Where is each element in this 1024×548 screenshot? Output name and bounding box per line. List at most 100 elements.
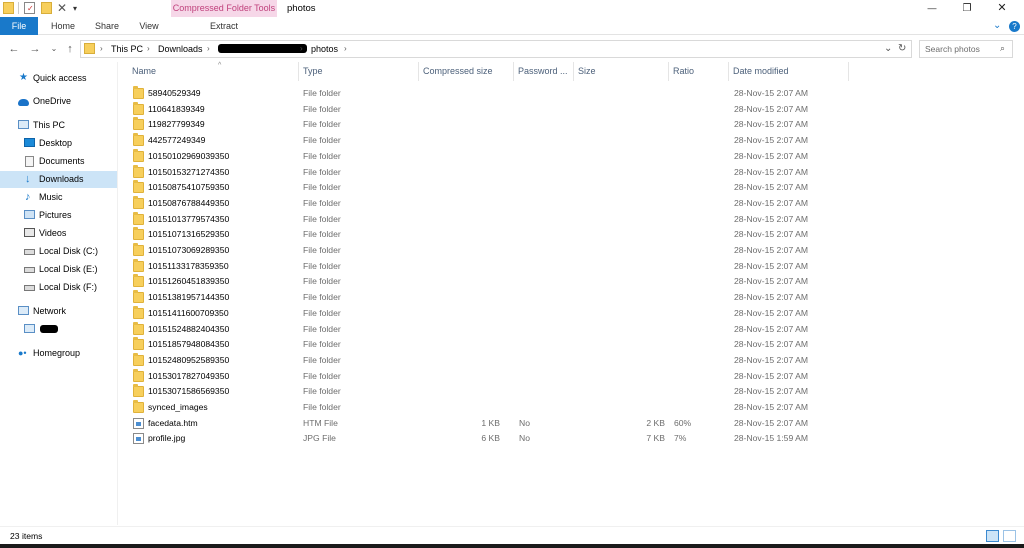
back-button[interactable]: ← bbox=[7, 42, 21, 56]
item-name[interactable]: 10150875410759350 bbox=[148, 180, 229, 196]
item-name[interactable]: 10153071586569350 bbox=[148, 384, 229, 400]
nav-item-local-disk-e[interactable]: Local Disk (E:) bbox=[0, 261, 117, 278]
folder-row[interactable]: 442577249349 File folder 28-Nov-15 2:07 AM bbox=[130, 133, 850, 149]
nav-item-this-pc[interactable]: This PC bbox=[0, 117, 117, 134]
nav-item-pictures[interactable]: Pictures bbox=[0, 207, 117, 224]
folder-row[interactable]: 10150876788449350 File folder 28-Nov-15 2:… bbox=[130, 195, 850, 212]
folder-row[interactable]: 10150102969039350 File folder 28-Nov-15 2:… bbox=[130, 148, 850, 165]
folder-row[interactable]: 10151260451839350 File folder 28-Nov-15 2:… bbox=[130, 274, 850, 290]
item-name[interactable]: 10150153271274350 bbox=[148, 165, 229, 181]
item-name[interactable]: 119827799349 bbox=[148, 117, 205, 133]
delete-icon[interactable]: ✕ bbox=[57, 0, 67, 17]
nav-item-local-disk-f[interactable]: Local Disk (F:) bbox=[0, 279, 117, 296]
nav-item-onedrive[interactable]: OneDrive bbox=[0, 93, 117, 110]
forward-button[interactable]: → bbox=[28, 42, 42, 56]
column-header-ratio[interactable]: Ratio bbox=[669, 62, 729, 81]
folder-row[interactable]: 110641839349 File folder 28-Nov-15 2:07 AM bbox=[130, 101, 850, 118]
address-dropdown-icon[interactable]: ⌄ bbox=[884, 41, 892, 57]
file-row[interactable]: facedata.htm HTM File 1 KB No 2 KB 60% 28-Nov-… bbox=[130, 416, 850, 432]
nav-item-documents[interactable]: Documents bbox=[0, 153, 117, 170]
item-name[interactable]: 10151013779574350 bbox=[148, 212, 229, 228]
ribbon-collapse-icon[interactable]: ⌄ bbox=[993, 17, 1001, 35]
refresh-icon[interactable]: ↻ bbox=[898, 41, 906, 57]
folder-row[interactable]: 119827799349 File folder 28-Nov-15 2:07 AM bbox=[130, 117, 850, 133]
nav-item-desktop[interactable]: Desktop bbox=[0, 135, 117, 152]
item-type: HTM File bbox=[303, 417, 338, 428]
item-name[interactable]: synced_images bbox=[148, 400, 208, 416]
item-name[interactable]: profile.jpg bbox=[148, 431, 185, 447]
item-name[interactable]: 442577249349 bbox=[148, 133, 205, 149]
item-name[interactable]: 10151381957144350 bbox=[148, 290, 229, 306]
details-view-icon[interactable] bbox=[986, 530, 999, 542]
folder-row[interactable]: 10151013779574350 File folder 28-Nov-15 2:… bbox=[130, 211, 850, 228]
column-header-size[interactable]: Size bbox=[574, 62, 669, 81]
nav-item-downloads[interactable]: ↓ Downloads bbox=[0, 171, 117, 188]
tab-extract[interactable]: Extract bbox=[171, 17, 277, 35]
address-bar[interactable]: › This PC › Downloads › › photos › ⌄ ↻ bbox=[80, 40, 912, 58]
properties-icon[interactable]: ✓ bbox=[24, 2, 35, 14]
item-name[interactable]: 10151071316529350 bbox=[148, 227, 229, 243]
tab-file[interactable]: File bbox=[0, 17, 38, 35]
nav-item-videos[interactable]: Videos bbox=[0, 225, 117, 242]
tab-share[interactable]: Share bbox=[88, 17, 126, 35]
nav-item-network[interactable]: Network bbox=[0, 303, 117, 320]
item-name[interactable]: 10151857948084350 bbox=[148, 337, 229, 353]
nav-item-local-disk-c[interactable]: Local Disk (C:) bbox=[0, 243, 117, 260]
folder-row[interactable]: 10151524882404350 File folder 28-Nov-15 2:… bbox=[130, 321, 850, 338]
item-name[interactable]: 10151133178359350 bbox=[148, 259, 229, 275]
folder-row[interactable]: 10151381957144350 File folder 28-Nov-15 2:… bbox=[130, 290, 850, 306]
item-name[interactable]: 10150102969039350 bbox=[148, 149, 229, 165]
column-header-password[interactable]: Password ... bbox=[514, 62, 574, 81]
item-name[interactable]: 110641839349 bbox=[148, 102, 205, 118]
folder-row[interactable]: 10153071586569350 File folder 28-Nov-15 2:… bbox=[130, 384, 850, 400]
folder-row[interactable]: 58940529349 File folder 28-Nov-15 2:07 AM bbox=[130, 86, 850, 102]
folder-row[interactable]: synced_images File folder 28-Nov-15 2:07 A… bbox=[130, 400, 850, 416]
folder-row[interactable]: 10151073069289350 File folder 28-Nov-15 2:… bbox=[130, 243, 850, 259]
minimize-button[interactable]: — bbox=[915, 0, 949, 17]
nav-item-music[interactable]: ♪ Music bbox=[0, 189, 117, 206]
large-icons-view-icon[interactable] bbox=[1003, 530, 1016, 542]
breadcrumb-downloads[interactable]: Downloads bbox=[158, 41, 203, 57]
qat-customize-button[interactable]: ▾ bbox=[73, 0, 77, 17]
tab-home[interactable]: Home bbox=[44, 17, 82, 35]
breadcrumb-photos[interactable]: photos bbox=[311, 41, 338, 57]
tab-view[interactable]: View bbox=[130, 17, 168, 35]
folder-row[interactable]: 10151411600709350 File folder 28-Nov-15 2:… bbox=[130, 305, 850, 322]
item-name[interactable]: 10153017827049350 bbox=[148, 369, 229, 385]
folder-row[interactable]: 10151071316529350 File folder 28-Nov-15 2:… bbox=[130, 227, 850, 243]
nav-item-quick-access[interactable]: ★ Quick access bbox=[0, 70, 117, 87]
item-name[interactable]: 10150876788449350 bbox=[148, 196, 229, 212]
item-name[interactable]: 58940529349 bbox=[148, 86, 201, 102]
column-header-type[interactable]: Type bbox=[299, 62, 419, 81]
search-icon[interactable]: ⌕ bbox=[1000, 43, 1005, 54]
search-box[interactable]: ⌕ bbox=[919, 40, 1013, 58]
folder-row[interactable]: 10151133178359350 File folder 28-Nov-15 2:… bbox=[130, 258, 850, 275]
breadcrumb-this-pc[interactable]: This PC bbox=[111, 41, 143, 57]
help-icon[interactable]: ? bbox=[1009, 21, 1020, 32]
item-name[interactable]: 10152480952589350 bbox=[148, 353, 229, 369]
new-folder-icon[interactable] bbox=[41, 2, 52, 14]
nav-item-homegroup[interactable]: ●• Homegroup bbox=[0, 345, 117, 362]
item-name[interactable]: facedata.htm bbox=[148, 416, 198, 432]
folder-row[interactable]: 10153017827049350 File folder 28-Nov-15 2:… bbox=[130, 368, 850, 385]
item-name[interactable]: 10151524882404350 bbox=[148, 322, 229, 338]
folder-row[interactable]: 10151857948084350 File folder 28-Nov-15 2:… bbox=[130, 337, 850, 353]
folder-row[interactable]: 10150153271274350 File folder 28-Nov-15 2:… bbox=[130, 164, 850, 181]
nav-item-network-computer[interactable] bbox=[0, 321, 117, 338]
close-button[interactable]: ✕ bbox=[985, 0, 1019, 17]
folder-row[interactable]: 10150875410759350 File folder 28-Nov-15 2:… bbox=[130, 180, 850, 196]
item-name[interactable]: 10151260451839350 bbox=[148, 274, 229, 290]
item-name[interactable]: 10151411600709350 bbox=[148, 306, 229, 322]
file-row[interactable]: profile.jpg JPG File 6 KB No 7 KB 7% 28-Nov-15… bbox=[130, 431, 850, 447]
column-header-date-modified[interactable]: Date modified bbox=[729, 62, 849, 81]
up-button[interactable]: ↑ bbox=[63, 42, 77, 56]
folder-icon bbox=[133, 305, 144, 319]
column-header-name[interactable]: ^ Name bbox=[128, 62, 299, 81]
item-name[interactable]: 10151073069289350 bbox=[148, 243, 229, 259]
recent-locations-button[interactable]: ⌄ bbox=[47, 42, 61, 56]
search-input[interactable] bbox=[920, 41, 996, 57]
folder-row[interactable]: 10152480952589350 File folder 28-Nov-15 2:… bbox=[130, 352, 850, 369]
maximize-button[interactable]: ❐ bbox=[950, 0, 984, 17]
column-header-compressed-size[interactable]: Compressed size bbox=[419, 62, 514, 81]
nav-item-label: Documents bbox=[39, 156, 85, 166]
